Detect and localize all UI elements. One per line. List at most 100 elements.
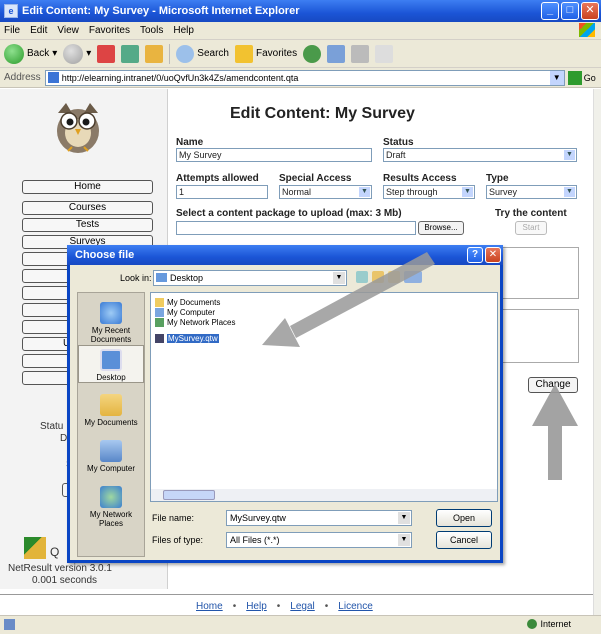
- product-name-partial: Q: [50, 545, 60, 559]
- menu-file[interactable]: File: [4, 25, 20, 36]
- go-button[interactable]: Go: [584, 73, 596, 83]
- my-computer-icon: [100, 440, 122, 462]
- menu-favorites[interactable]: Favorites: [89, 25, 130, 36]
- list-item[interactable]: My Network Places: [155, 317, 235, 327]
- place-my-computer[interactable]: My Computer: [78, 437, 144, 473]
- minimize-button[interactable]: _: [541, 2, 559, 20]
- browse-button[interactable]: Browse...: [418, 221, 464, 235]
- network-places-icon: [100, 486, 122, 508]
- views-menu-icon[interactable]: [404, 271, 422, 283]
- nav-tests-button[interactable]: Tests: [22, 218, 153, 232]
- try-content-label: Try the content: [495, 208, 567, 219]
- file-type-select[interactable]: All Files (*.*) ▼: [226, 532, 412, 548]
- dialog-close-button[interactable]: ✕: [485, 247, 501, 263]
- new-folder-icon[interactable]: [388, 271, 400, 283]
- window-titlebar: e Edit Content: My Survey - Microsoft In…: [0, 0, 601, 22]
- start-button[interactable]: Start: [515, 221, 547, 235]
- special-access-select[interactable]: Normal ▼: [279, 185, 372, 199]
- look-in-select[interactable]: Desktop ▼: [153, 270, 347, 286]
- refresh-icon[interactable]: [121, 44, 140, 63]
- chevron-down-icon[interactable]: ▼: [549, 70, 564, 85]
- page-icon: [47, 72, 59, 83]
- go-arrow-icon[interactable]: [567, 70, 582, 85]
- back-button[interactable]: Back ▾: [4, 43, 57, 64]
- forward-button[interactable]: ▾: [63, 43, 91, 64]
- netresult-logo-icon: [24, 537, 46, 559]
- scrollbar-thumb[interactable]: [163, 490, 215, 500]
- place-my-documents[interactable]: My Documents: [78, 391, 144, 427]
- footer-licence-link[interactable]: Licence: [338, 601, 372, 612]
- change-button[interactable]: Change: [528, 377, 578, 393]
- home-icon[interactable]: [145, 44, 164, 63]
- toolbar-separator: [169, 43, 171, 64]
- file-list[interactable]: My Documents My Computer My Network Plac…: [150, 292, 498, 502]
- place-desktop[interactable]: Desktop: [78, 345, 144, 383]
- places-bar: My Recent Documents Desktop My Documents…: [77, 292, 145, 557]
- menu-view[interactable]: View: [57, 25, 79, 36]
- chevron-down-icon: ▼: [462, 187, 473, 197]
- list-item-selected[interactable]: MySurvey.qtw: [155, 333, 219, 343]
- attempts-input[interactable]: 1: [176, 185, 268, 199]
- results-access-select[interactable]: Step through ▼: [383, 185, 475, 199]
- maximize-button[interactable]: □: [561, 2, 579, 20]
- cancel-button[interactable]: Cancel: [436, 531, 492, 549]
- dialog-titlebar: Choose file ? ✕: [67, 245, 503, 265]
- nav-home-button[interactable]: Home: [22, 180, 153, 194]
- version-text: NetResult version 3.0.1: [8, 563, 112, 574]
- file-list-scrollbar[interactable]: [151, 489, 497, 501]
- close-button[interactable]: ✕: [581, 2, 599, 20]
- file-type-label: Files of type:: [152, 535, 204, 545]
- favorites-button[interactable]: Favorites: [234, 44, 297, 63]
- chevron-down-icon: ▼: [564, 150, 575, 160]
- page-scrollbar[interactable]: [593, 89, 601, 615]
- footer-home-link[interactable]: Home: [196, 601, 223, 612]
- menu-help[interactable]: Help: [173, 25, 194, 36]
- forward-arrow-icon: [63, 43, 84, 64]
- timing-text: 0.001 seconds: [32, 575, 98, 586]
- type-label: Type: [486, 173, 509, 184]
- menu-tools[interactable]: Tools: [140, 25, 163, 36]
- results-access-value: Step through: [386, 187, 438, 197]
- print-icon[interactable]: [351, 44, 370, 63]
- upload-file-input[interactable]: [176, 221, 416, 235]
- footer-help-link[interactable]: Help: [246, 601, 267, 612]
- name-label: Name: [176, 137, 204, 148]
- status-bar: Internet: [0, 615, 601, 634]
- history-icon[interactable]: [303, 44, 322, 63]
- search-icon: [176, 44, 195, 63]
- stop-icon[interactable]: [97, 44, 116, 63]
- file-name-label: File name:: [152, 513, 195, 523]
- desktop-icon: [100, 349, 122, 371]
- list-item[interactable]: My Documents: [155, 297, 220, 307]
- back-folder-icon[interactable]: [356, 271, 368, 283]
- zone-label: Internet: [540, 619, 571, 629]
- owl-logo-icon: [57, 103, 99, 153]
- upload-label: Select a content package to upload (max:…: [176, 208, 402, 219]
- footer-links: Home • Help • Legal • Licence: [196, 601, 373, 612]
- open-button[interactable]: Open: [436, 509, 492, 527]
- name-input[interactable]: My Survey: [176, 148, 372, 162]
- type-select[interactable]: Survey ▼: [486, 185, 577, 199]
- file-name-input[interactable]: MySurvey.qtw ▼: [226, 510, 412, 526]
- search-button[interactable]: Search: [176, 44, 229, 63]
- place-recent-documents[interactable]: My Recent Documents: [78, 299, 144, 344]
- mail-icon[interactable]: [327, 44, 346, 63]
- windows-logo-icon: [579, 23, 595, 37]
- ie-icon: e: [4, 4, 18, 18]
- address-url: http://elearning.intranet/0/uoQvfUn3k4Zs…: [61, 72, 299, 83]
- help-button[interactable]: ?: [467, 247, 483, 263]
- edit-icon[interactable]: [375, 44, 394, 63]
- menu-edit[interactable]: Edit: [30, 25, 47, 36]
- list-item[interactable]: My Computer: [155, 307, 215, 317]
- status-select[interactable]: Draft ▼: [383, 148, 577, 162]
- address-input[interactable]: http://elearning.intranet/0/uoQvfUn3k4Zs…: [44, 69, 565, 86]
- up-folder-icon[interactable]: [372, 271, 384, 283]
- look-in-value: Desktop: [170, 273, 204, 283]
- chevron-down-icon: ▼: [398, 534, 410, 546]
- footer-legal-link[interactable]: Legal: [290, 601, 314, 612]
- my-documents-icon: [100, 394, 122, 416]
- place-network[interactable]: My Network Places: [78, 483, 144, 528]
- dialog-title: Choose file: [75, 249, 135, 261]
- computer-icon: [155, 307, 164, 317]
- nav-courses-button[interactable]: Courses: [22, 201, 153, 215]
